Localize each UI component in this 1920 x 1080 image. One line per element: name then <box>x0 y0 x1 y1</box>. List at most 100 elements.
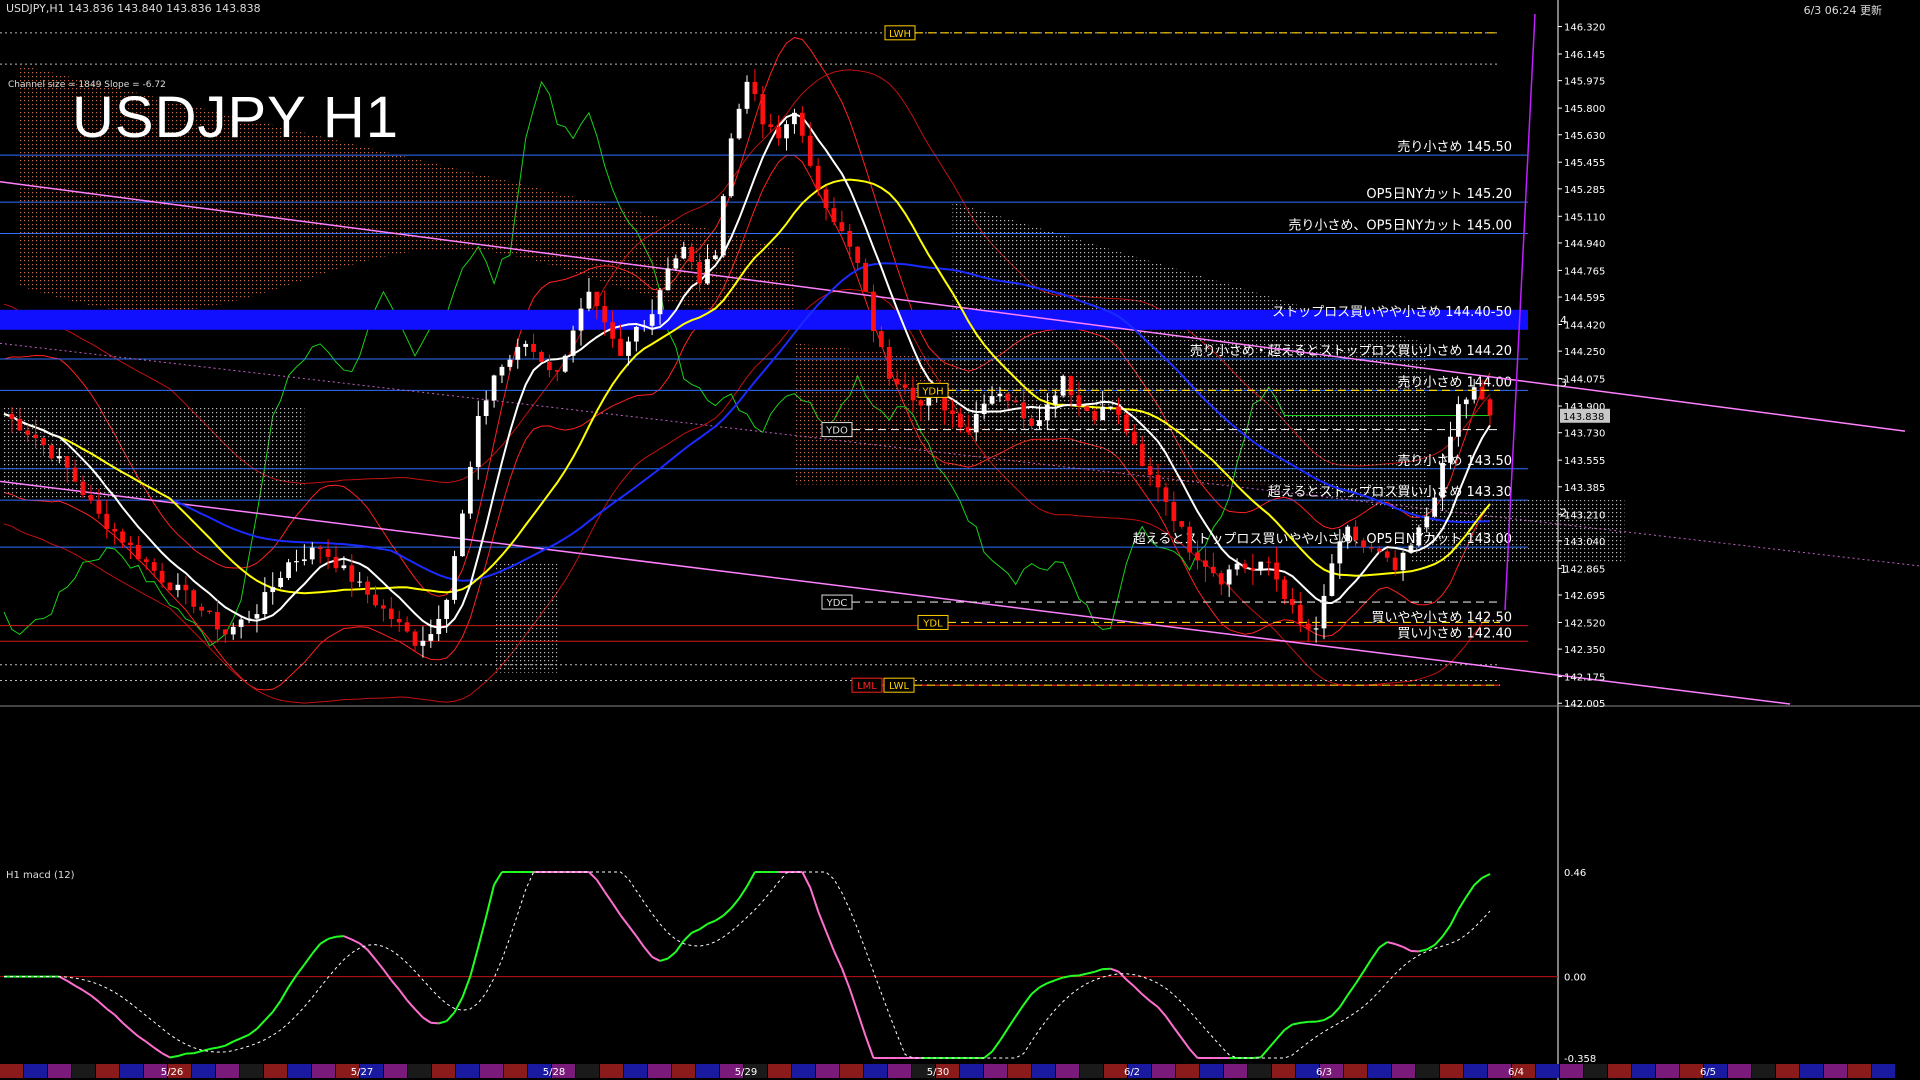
macd-line <box>603 891 614 904</box>
macd-line <box>366 949 377 961</box>
price-chart: 売り小さめ 145.50 OP5日NYカット 145.20 売り小さめ、OP5日NY… <box>0 0 1920 1080</box>
macd-line <box>161 1052 171 1059</box>
level-label: OP5日NYカット 145.20 <box>1366 187 1512 202</box>
candle-body <box>594 291 600 307</box>
date-bar-segment <box>792 1064 815 1078</box>
candle-body <box>1092 411 1098 421</box>
candle-body <box>1131 431 1137 444</box>
date-bar-segment <box>984 1064 1007 1078</box>
macd-line <box>430 1021 439 1025</box>
candle-body <box>341 565 347 569</box>
date-bar-segment <box>456 1064 479 1078</box>
date-label: 5/29 <box>735 1067 757 1078</box>
y-tick-label: 144.595 <box>1564 293 1605 304</box>
candle-body <box>547 361 552 371</box>
candle-body <box>1297 604 1303 624</box>
candle-body <box>768 124 774 127</box>
candle-body <box>831 208 837 223</box>
date-bar-segment <box>672 1064 695 1078</box>
macd-line <box>1141 993 1151 1002</box>
macd-line <box>1300 1020 1309 1024</box>
y-tick-label: 143.210 <box>1564 510 1605 521</box>
macd-line <box>1110 967 1119 973</box>
macd-line <box>398 989 408 1001</box>
candle-body <box>910 387 916 401</box>
macd-line <box>1283 1023 1293 1031</box>
candle-body <box>578 308 584 331</box>
level-tag-lwh: LWH <box>889 29 911 40</box>
candle-body <box>80 481 86 495</box>
candle-body <box>254 614 260 619</box>
candle-body <box>1147 466 1153 475</box>
symbol-info: USDJPY,H1 143.836 143.840 143.836 143.83… <box>6 2 261 15</box>
candle-body <box>207 610 212 613</box>
date-bar-segment <box>840 1064 863 1078</box>
macd-line <box>1370 946 1381 960</box>
candle-body <box>452 556 457 600</box>
macd-line <box>746 871 756 887</box>
candle-body <box>507 359 513 367</box>
date-bar-segment <box>1632 1064 1655 1078</box>
candle-body <box>136 545 141 560</box>
date-bar-segment <box>600 1064 623 1078</box>
candle-body <box>1068 375 1074 396</box>
candle-body <box>1171 501 1177 522</box>
macd-line <box>1362 958 1373 973</box>
macd-line <box>738 885 748 900</box>
candle-body <box>1163 487 1169 502</box>
candle-body <box>1108 406 1113 408</box>
candle-body <box>784 124 789 139</box>
macd-line <box>1086 970 1096 975</box>
candle-body <box>128 542 133 546</box>
update-datetime: 6/3 06:24 更新 <box>1803 4 1882 17</box>
date-bar-segment <box>1440 1064 1463 1078</box>
date-bar-segment <box>1392 1064 1415 1078</box>
date-bar-segment <box>1224 1064 1247 1078</box>
candle-body <box>918 400 924 406</box>
candle-body <box>839 222 845 231</box>
candle-body <box>657 290 663 315</box>
macd-line <box>1433 935 1444 946</box>
date-bar-segment <box>1536 1064 1559 1078</box>
candle-body <box>246 618 252 620</box>
macd-line <box>999 1027 1009 1042</box>
candle-body <box>1226 569 1232 585</box>
macd-line <box>248 1028 258 1036</box>
date-bar-segment <box>864 1064 887 1078</box>
macd-line <box>303 953 314 966</box>
macd-line <box>1457 896 1468 911</box>
macd-line <box>414 1008 424 1019</box>
macd-line <box>279 986 290 1002</box>
y-tick-label: 146.145 <box>1564 50 1605 61</box>
candle-body <box>1242 563 1248 569</box>
candle-body <box>720 196 726 256</box>
date-bar-segment <box>1728 1064 1751 1078</box>
macd-line <box>1267 1038 1278 1049</box>
y-tick-label: 144.940 <box>1564 239 1605 250</box>
candle-body <box>286 562 291 578</box>
macd-line <box>295 963 306 976</box>
macd-line <box>1402 946 1412 952</box>
candle-body <box>17 419 23 431</box>
y-tick-label: 142.520 <box>1564 618 1605 629</box>
candle-body <box>1329 563 1335 596</box>
candle-body <box>499 366 505 376</box>
macd-line <box>390 979 400 991</box>
candle-body <box>1471 387 1477 400</box>
candle-body <box>270 587 276 593</box>
date-bar-segment <box>1584 1064 1607 1078</box>
candle-body <box>1448 436 1453 463</box>
macd-line <box>707 919 716 925</box>
macd-line <box>643 946 653 958</box>
candle-body <box>325 549 331 557</box>
candle-body <box>807 135 813 166</box>
candle-body <box>25 430 31 435</box>
macd-line <box>991 1040 1001 1053</box>
candle-body <box>689 246 695 262</box>
level-label: 売り小さめ・超えるとストップロス買い小さめ 144.20 <box>1190 343 1512 359</box>
y-tick-label: 145.110 <box>1564 212 1605 223</box>
candle-body <box>1282 579 1287 599</box>
date-bar-segment <box>1560 1064 1583 1078</box>
date-bar-segment <box>48 1064 71 1078</box>
macd-line <box>1449 909 1460 926</box>
